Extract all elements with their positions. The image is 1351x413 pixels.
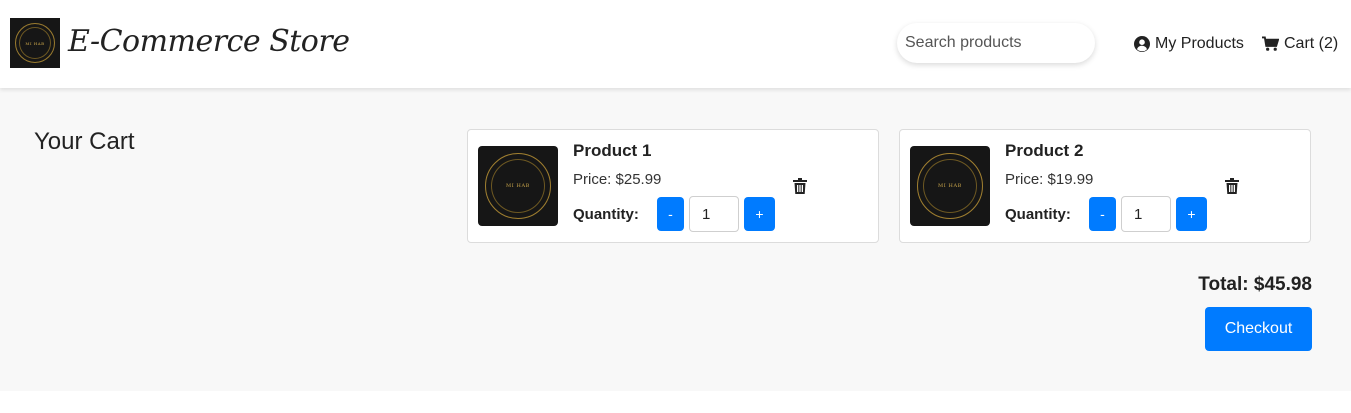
product-thumbnail: MI HAB xyxy=(910,146,990,226)
thumbnail-emblem: MI HAB xyxy=(917,153,983,219)
thumbnail-text: MI HAB xyxy=(506,183,530,189)
cart-item: MI HAB Product 2 Price: $19.99 Quantity:… xyxy=(899,129,1311,243)
cart-total: Total: $45.98 xyxy=(1198,274,1312,295)
quantity-input[interactable] xyxy=(1121,196,1171,232)
thumbnail-emblem: MI HAB xyxy=(485,153,551,219)
cart-item: MI HAB Product 1 Price: $25.99 Quantity:… xyxy=(467,129,879,243)
quantity-label: Quantity: xyxy=(1005,206,1071,223)
decrease-quantity-button[interactable]: - xyxy=(657,197,684,231)
cart-label: Cart (2) xyxy=(1284,35,1339,52)
logo-emblem: MI HAB xyxy=(15,23,55,63)
trash-icon[interactable] xyxy=(1225,178,1239,194)
thumbnail-text: MI HAB xyxy=(938,183,962,189)
product-price: Price: $25.99 xyxy=(573,171,662,188)
user-circle-icon xyxy=(1133,36,1150,53)
quantity-input[interactable] xyxy=(689,196,739,232)
search-input[interactable] xyxy=(897,23,1095,63)
shopping-cart-icon xyxy=(1262,36,1279,53)
product-name: Product 1 xyxy=(573,141,652,160)
top-navbar: MI HAB E-Commerce Store My Products Cart… xyxy=(0,0,1351,88)
page-title: Your Cart xyxy=(34,128,135,155)
nav-cart[interactable]: Cart (2) xyxy=(1262,32,1338,56)
product-name: Product 2 xyxy=(1005,141,1084,160)
checkout-button[interactable]: Checkout xyxy=(1205,307,1312,351)
cart-page: Your Cart MI HAB Product 1 Price: $25.99… xyxy=(0,88,1351,391)
decrease-quantity-button[interactable]: - xyxy=(1089,197,1116,231)
store-title[interactable]: E-Commerce Store xyxy=(68,22,350,62)
trash-icon[interactable] xyxy=(793,178,807,194)
increase-quantity-button[interactable]: + xyxy=(1176,197,1207,231)
my-products-label: My Products xyxy=(1155,35,1244,52)
increase-quantity-button[interactable]: + xyxy=(744,197,775,231)
logo-text: MI HAB xyxy=(25,40,45,46)
quantity-label: Quantity: xyxy=(573,206,639,223)
product-thumbnail: MI HAB xyxy=(478,146,558,226)
nav-my-products[interactable]: My Products xyxy=(1133,32,1244,56)
store-logo[interactable]: MI HAB xyxy=(10,18,60,68)
product-price: Price: $19.99 xyxy=(1005,171,1094,188)
